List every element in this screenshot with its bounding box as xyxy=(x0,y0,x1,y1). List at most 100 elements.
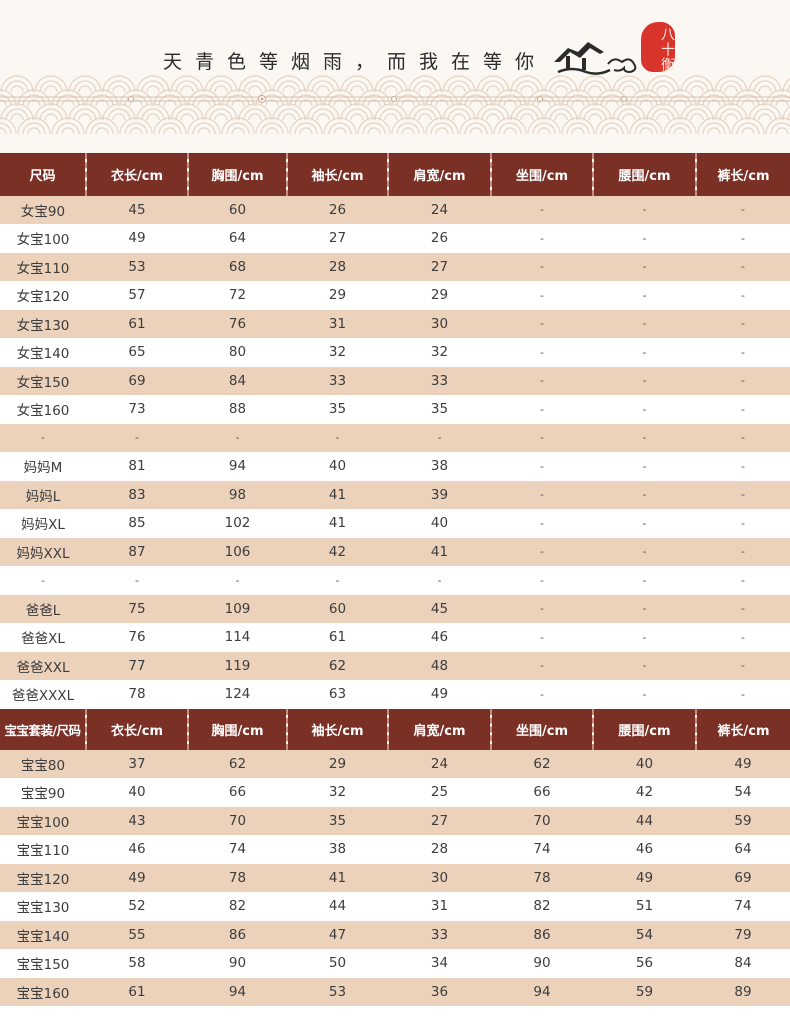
measure-cell: 69 xyxy=(696,863,790,892)
measure-cell: 98 xyxy=(188,480,287,509)
table-row: 女宝100 49 64 27 26- - - xyxy=(0,224,790,253)
measure-cell: 46 xyxy=(593,835,696,864)
measure-cell: 61 xyxy=(86,977,188,1006)
size-cell: 爸爸XXL xyxy=(0,651,86,680)
measure-cell: 94 xyxy=(491,977,593,1006)
measure-cell: 42 xyxy=(287,537,388,566)
header-length: 衣长/cm xyxy=(85,708,188,750)
measure-cell: 69 xyxy=(86,366,188,395)
header-shoulder: 肩宽/cm xyxy=(387,153,491,196)
measure-cell: 31 xyxy=(287,309,388,338)
measure-cell: 38 xyxy=(287,835,388,864)
size-cell: 宝宝150 xyxy=(0,949,86,978)
measure-cell: 86 xyxy=(188,920,287,949)
measure-cell: 33 xyxy=(388,920,491,949)
header-hip: 坐围/cm xyxy=(490,708,593,750)
measure-cell: - xyxy=(696,566,790,595)
measure-cell: 40 xyxy=(287,452,388,481)
size-table-family: 尺码 衣长/cm 胸围/cm 袖长/cm 肩宽/cm 坐围/cm 腰围/cm 裤… xyxy=(0,153,790,709)
measure-cell: 32 xyxy=(287,338,388,367)
measure-cell: 48 xyxy=(388,651,491,680)
size-cell: 爸爸XL xyxy=(0,623,86,652)
measure-cell: 81 xyxy=(86,452,188,481)
measure-cell: - xyxy=(287,423,388,452)
table-row: 女宝130 61 76 31 30- - - xyxy=(0,309,790,338)
measure-cell: - xyxy=(696,338,790,367)
size-cell: 妈妈M xyxy=(0,452,86,481)
size-cell: 女宝100 xyxy=(0,224,86,253)
measure-cell: - xyxy=(696,195,790,224)
banner-slogan: 天青色等烟雨，而我在等你 xyxy=(163,51,548,73)
table-row: 女宝110 53 68 28 27- - - xyxy=(0,252,790,281)
measure-cell: - xyxy=(491,452,593,481)
measure-cell: 46 xyxy=(86,835,188,864)
measure-cell: - xyxy=(593,309,696,338)
measure-cell: - xyxy=(491,366,593,395)
measure-cell: 35 xyxy=(287,395,388,424)
table-row: 宝宝140 55 86 47 33 86 54 79 xyxy=(0,920,790,949)
table-row: -------- xyxy=(0,566,790,595)
measure-cell: 84 xyxy=(696,949,790,978)
measure-cell: 73 xyxy=(86,395,188,424)
size-cell: 宝宝110 xyxy=(0,835,86,864)
header-waist: 腰围/cm xyxy=(592,153,696,196)
measure-cell: 80 xyxy=(188,338,287,367)
measure-cell: - xyxy=(491,566,593,595)
measure-cell: - xyxy=(593,281,696,310)
measure-cell: - xyxy=(696,395,790,424)
measure-cell: - xyxy=(491,423,593,452)
measure-cell: 61 xyxy=(86,309,188,338)
measure-cell: 41 xyxy=(287,480,388,509)
table-row: 爸爸XL 76 114 61 46- - - xyxy=(0,623,790,652)
measure-cell: - xyxy=(696,537,790,566)
measure-cell: 74 xyxy=(188,835,287,864)
measure-cell: 119 xyxy=(188,651,287,680)
table-row: 女宝120 57 72 29 29- - - xyxy=(0,281,790,310)
header-shoulder: 肩宽/cm xyxy=(387,708,491,750)
cloud-icon xyxy=(607,58,637,74)
measure-cell: 31 xyxy=(388,892,491,921)
measure-cell: 42 xyxy=(593,778,696,807)
measure-cell: 85 xyxy=(86,509,188,538)
measure-cell: - xyxy=(696,651,790,680)
measure-cell: 65 xyxy=(86,338,188,367)
size-cell: 宝宝80 xyxy=(0,749,86,778)
size-cell: 宝宝100 xyxy=(0,806,86,835)
measure-cell: - xyxy=(388,566,491,595)
size-cell: 女宝120 xyxy=(0,281,86,310)
measure-cell: 68 xyxy=(188,252,287,281)
measure-cell: 56 xyxy=(593,949,696,978)
table-row: 妈妈XXL 87 106 42 41- - - xyxy=(0,537,790,566)
table-row: 宝宝90 40 66 32 25 66 42 54 xyxy=(0,778,790,807)
measure-cell: 54 xyxy=(593,920,696,949)
measure-cell: - xyxy=(491,309,593,338)
measure-cell: 62 xyxy=(188,749,287,778)
measure-cell: - xyxy=(491,252,593,281)
measure-cell: 50 xyxy=(287,949,388,978)
measure-cell: 70 xyxy=(188,806,287,835)
measure-cell: 24 xyxy=(388,195,491,224)
measure-cell: 49 xyxy=(86,863,188,892)
size-cell: 宝宝130 xyxy=(0,892,86,921)
measure-cell: 57 xyxy=(86,281,188,310)
measure-cell: 40 xyxy=(593,749,696,778)
measure-cell: 64 xyxy=(696,835,790,864)
measure-cell: 62 xyxy=(287,651,388,680)
measure-cell: 52 xyxy=(86,892,188,921)
measure-cell: - xyxy=(491,651,593,680)
measure-cell: 82 xyxy=(491,892,593,921)
measure-cell: 32 xyxy=(388,338,491,367)
seal-stamp-icon: 八十衡 xyxy=(641,22,675,72)
header-size: 尺码 xyxy=(0,153,86,196)
measure-cell: 84 xyxy=(188,366,287,395)
table-row: 爸爸L 75 109 60 45- - - xyxy=(0,594,790,623)
measure-cell: - xyxy=(491,338,593,367)
table-row: 妈妈XL 85 102 41 40- - - xyxy=(0,509,790,538)
measure-cell: - xyxy=(491,480,593,509)
measure-cell: - xyxy=(593,651,696,680)
measure-cell: - xyxy=(86,423,188,452)
measure-cell: 60 xyxy=(287,594,388,623)
measure-cell: - xyxy=(593,452,696,481)
measure-cell: 35 xyxy=(388,395,491,424)
size-cell: 宝宝120 xyxy=(0,863,86,892)
